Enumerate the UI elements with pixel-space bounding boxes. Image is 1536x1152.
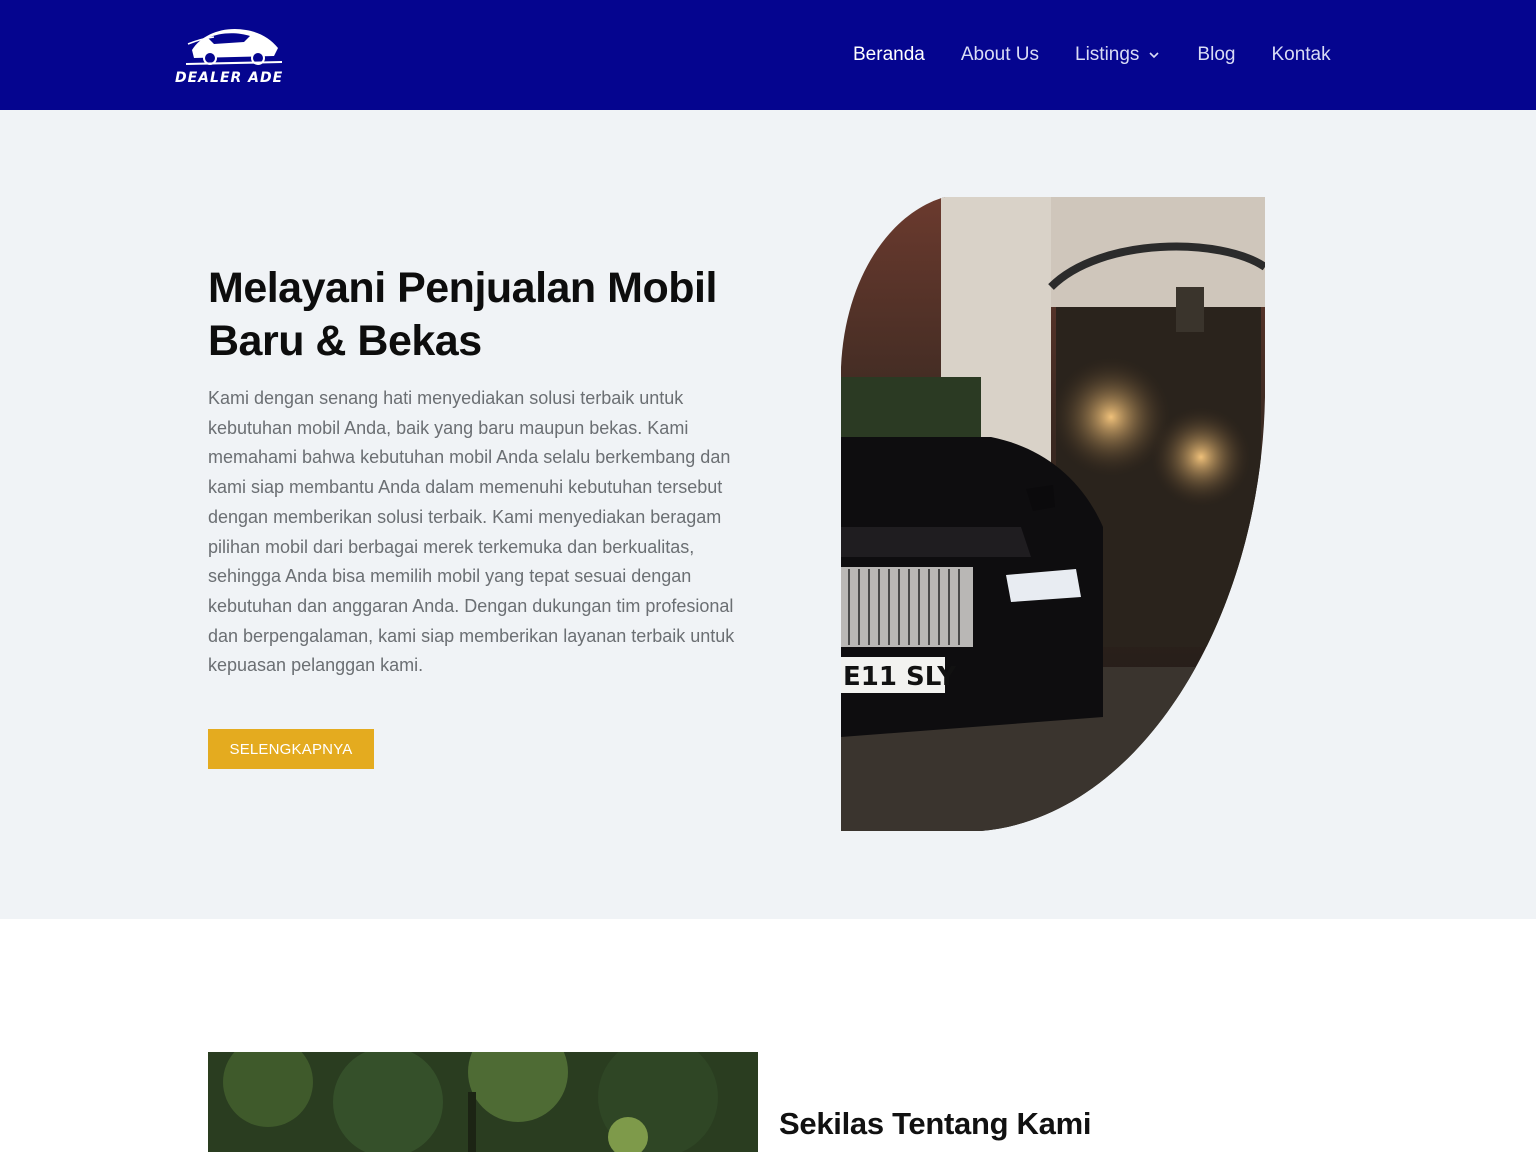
about-title: Sekilas Tentang Kami	[779, 1106, 1092, 1141]
site-header: DEALER ADE Beranda About Us Listings Blo…	[0, 0, 1536, 110]
nav-item-blog[interactable]: Blog	[1197, 44, 1235, 66]
license-plate: E11 SLY	[843, 662, 957, 692]
hero-car-image: E11 SLY	[841, 197, 1265, 831]
hero-section: Melayani Penjualan Mobil Baru & Bekas Ka…	[0, 110, 1536, 919]
brand-name: DEALER ADE	[175, 70, 284, 86]
nav-item-beranda[interactable]: Beranda	[853, 44, 925, 66]
nav-item-kontak[interactable]: Kontak	[1271, 44, 1330, 66]
hero-title: Melayani Penjualan Mobil Baru & Bekas	[208, 264, 717, 365]
nav-label: About Us	[960, 44, 1039, 65]
car-logo-icon	[185, 28, 283, 65]
hero-description: Kami dengan senang hati menyediakan solu…	[208, 388, 735, 676]
nav-label: Beranda	[853, 44, 925, 65]
learn-more-button[interactable]: SELENGKAPNYA	[208, 729, 374, 769]
nav-item-listings[interactable]: Listings	[1075, 44, 1161, 66]
nav-label: Kontak	[1271, 44, 1331, 65]
nav-label: Blog	[1197, 44, 1236, 65]
nav-item-about-us[interactable]: About Us	[961, 44, 1039, 66]
main-nav: Beranda About Us Listings Blog Kontak	[853, 0, 1331, 110]
chevron-down-icon	[1149, 52, 1159, 59]
nav-label: Listings	[1075, 44, 1140, 65]
about-image	[208, 1052, 758, 1152]
brand-logo[interactable]: DEALER ADE	[172, 22, 296, 88]
